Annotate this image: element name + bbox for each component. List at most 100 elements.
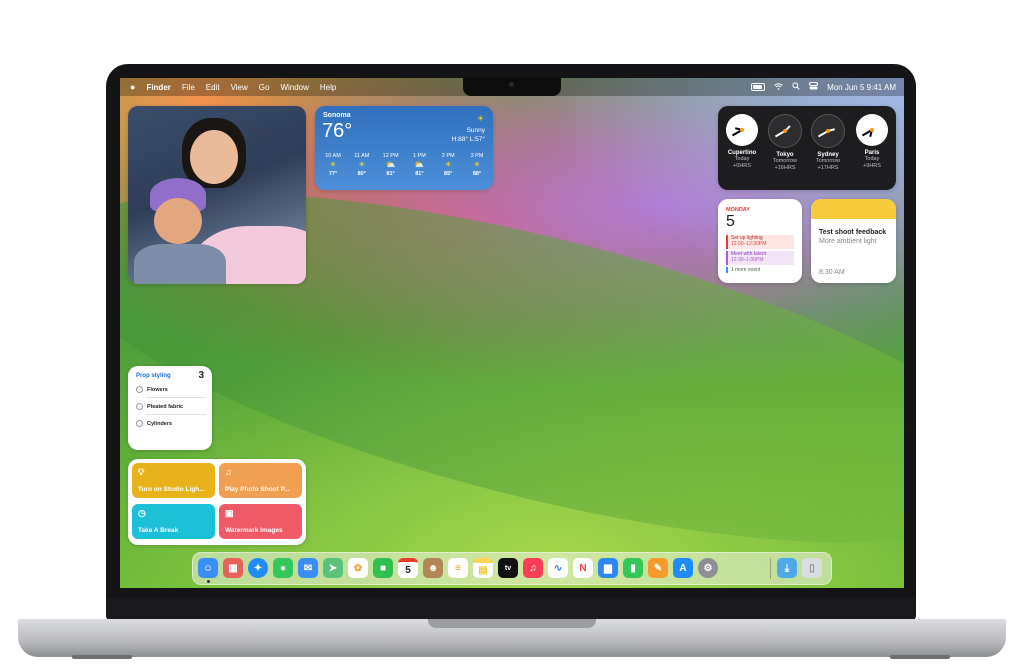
menu-window[interactable]: Window [280, 83, 308, 92]
laptop-foot-right [890, 655, 950, 659]
notes-icon[interactable]: ▤ [473, 558, 493, 578]
menu-edit[interactable]: Edit [206, 83, 220, 92]
clock-day: Today [864, 156, 880, 162]
checkbox-icon[interactable] [136, 420, 143, 427]
note-body: More ambient light [819, 238, 877, 245]
reminder-item[interactable]: Pleated fabric [136, 403, 206, 410]
pages-icon[interactable]: ✎ [648, 558, 668, 578]
hourly-forecast: 3 PM ☀ 88° [463, 153, 491, 177]
hourly-forecast: 12 PM ⛅ 81° [377, 153, 405, 177]
menu-go[interactable]: Go [259, 83, 270, 92]
shortcut-label: Turn on Studio Ligh... [138, 486, 205, 493]
calendar-more-events: 1 more event [726, 267, 760, 273]
laptop-thumb-notch [428, 619, 596, 628]
calendar-widget[interactable]: MONDAY 5 Set up lighting 12:00–12:30PM M… [718, 199, 802, 283]
menu-app-name[interactable]: Finder [146, 83, 170, 92]
shortcuts-widget: 💡︎ Turn on Studio Ligh... ♫ Play Photo S… [128, 459, 306, 545]
weather-city: Sonoma [323, 112, 351, 119]
reminder-item[interactable]: Cylinders [136, 420, 206, 427]
battery-icon[interactable] [751, 83, 766, 91]
world-clock-widget[interactable]: Cupertino Today +0HRS Tokyo Tomorrow +16… [718, 106, 896, 190]
wifi-icon[interactable] [774, 82, 783, 92]
weather-summary: Sunny H:88° L:57° [452, 126, 485, 144]
search-icon[interactable] [792, 82, 800, 92]
maps-icon[interactable]: ➤ [323, 558, 343, 578]
numbers-icon[interactable]: ▮ [623, 558, 643, 578]
laptop-foot-left [72, 655, 132, 659]
menu-help[interactable]: Help [320, 83, 336, 92]
photos-icon[interactable]: ✿ [348, 558, 368, 578]
messages-icon[interactable]: ● [273, 558, 293, 578]
clock-face-icon [726, 114, 758, 146]
clock-offset: +9HRS [863, 163, 881, 169]
running-indicator [207, 580, 210, 583]
timer-icon: ◷ [138, 508, 146, 518]
news-icon[interactable]: N [573, 558, 593, 578]
freeform-icon[interactable]: ∿ [548, 558, 568, 578]
mail-icon[interactable]: ✉ [298, 558, 318, 578]
reminders-icon[interactable]: ≡ [448, 558, 468, 578]
photo-widget[interactable] [128, 106, 306, 284]
checkbox-icon[interactable] [136, 403, 143, 410]
reminder-label: Flowers [147, 386, 168, 393]
finder-icon[interactable]: ☺ [198, 558, 218, 578]
clock-tokyo: Tokyo Tomorrow +16HRS [765, 114, 805, 172]
app-store-icon[interactable]: A [673, 558, 693, 578]
clock-offset: +0HRS [733, 163, 751, 169]
music-icon[interactable]: ♫ [523, 558, 543, 578]
clock-cupertino: Cupertino Today +0HRS [722, 114, 762, 170]
lightbulb-icon: 💡︎ [138, 467, 145, 477]
shortcut-take-a-break[interactable]: ◷ Take A Break [132, 504, 215, 539]
notes-widget[interactable]: Test shoot feedback More ambient light 8… [811, 199, 896, 283]
shortcut-watermark-images[interactable]: ▣ Watermark Images [219, 504, 302, 539]
sun-icon: ☀ [329, 160, 337, 169]
trash-icon[interactable]: ▯ [802, 558, 822, 578]
reminder-item[interactable]: Flowers [136, 386, 206, 393]
photo-icon: ▣ [225, 508, 234, 518]
control-center-icon[interactable] [809, 82, 819, 92]
calendar-event[interactable]: Meet with talent 12:30–1:00PM [726, 251, 794, 265]
shortcut-play-photo-shoot[interactable]: ♫ Play Photo Shoot P... [219, 463, 302, 498]
camera-notch [463, 78, 561, 96]
sun-icon: ☀ [476, 114, 484, 123]
reminders-list-name: Prop styling [136, 373, 171, 379]
adult-face [190, 130, 238, 184]
apple-icon[interactable]: ● [130, 82, 135, 92]
shortcut-studio-lights[interactable]: 💡︎ Turn on Studio Ligh... [132, 463, 215, 498]
hour-temp: 81° [415, 171, 424, 177]
hourly-forecast: 1 PM ⛅ 81° [405, 153, 433, 177]
calendar-date: 5 [726, 213, 735, 230]
contacts-icon[interactable]: ☻ [423, 558, 443, 578]
apple-tv-icon[interactable]: tv [498, 558, 518, 578]
dock-separator [770, 558, 771, 579]
weather-widget[interactable]: Sonoma 76° ☀ Sunny H:88° L:57° 10 AM ☀ 77°… [315, 106, 493, 190]
notes-header-bar [811, 199, 896, 219]
clock-face-icon [768, 114, 802, 148]
clock-day: Today [734, 156, 750, 162]
desktop-screen: ● Finder File Edit View Go Window Help M… [120, 78, 904, 588]
laptop-chin [106, 598, 916, 620]
event-time: 12:30–1:00PM [731, 257, 764, 263]
child-shirt [134, 244, 226, 284]
safari-icon[interactable]: ✦ [248, 558, 268, 578]
menu-view[interactable]: View [231, 83, 248, 92]
clock-offset: +16HRS [774, 165, 796, 171]
launchpad-icon[interactable]: ▦ [223, 558, 243, 578]
menu-clock[interactable]: Mon Jun 5 9:41 AM [827, 83, 896, 92]
reminders-count: 3 [198, 370, 204, 381]
hour-temp: 80° [357, 171, 366, 177]
event-time: 12:00–12:30PM [731, 241, 767, 247]
clock-face-icon [856, 114, 888, 146]
menu-file[interactable]: File [182, 83, 195, 92]
checkbox-icon[interactable] [136, 386, 143, 393]
downloads-folder-icon[interactable]: ⤓ [777, 558, 797, 578]
calendar-icon[interactable]: 5 [398, 558, 418, 578]
hourly-forecast: 2 PM ☀ 85° [434, 153, 462, 177]
reminders-widget[interactable]: Prop styling 3 Flowers Pleated fabric Cy… [128, 366, 212, 450]
clock-day: Tomorrow [772, 158, 798, 164]
dock: ☺ ▦ ✦ ● ✉ ➤ ✿ ■ 5 ☻ ≡ ▤ tv ♫ ∿ N ▆ ▮ ✎ A… [192, 552, 832, 585]
system-settings-icon[interactable]: ⚙ [698, 558, 718, 578]
facetime-icon[interactable]: ■ [373, 558, 393, 578]
keynote-icon[interactable]: ▆ [598, 558, 618, 578]
calendar-event[interactable]: Set up lighting 12:00–12:30PM [726, 235, 794, 249]
